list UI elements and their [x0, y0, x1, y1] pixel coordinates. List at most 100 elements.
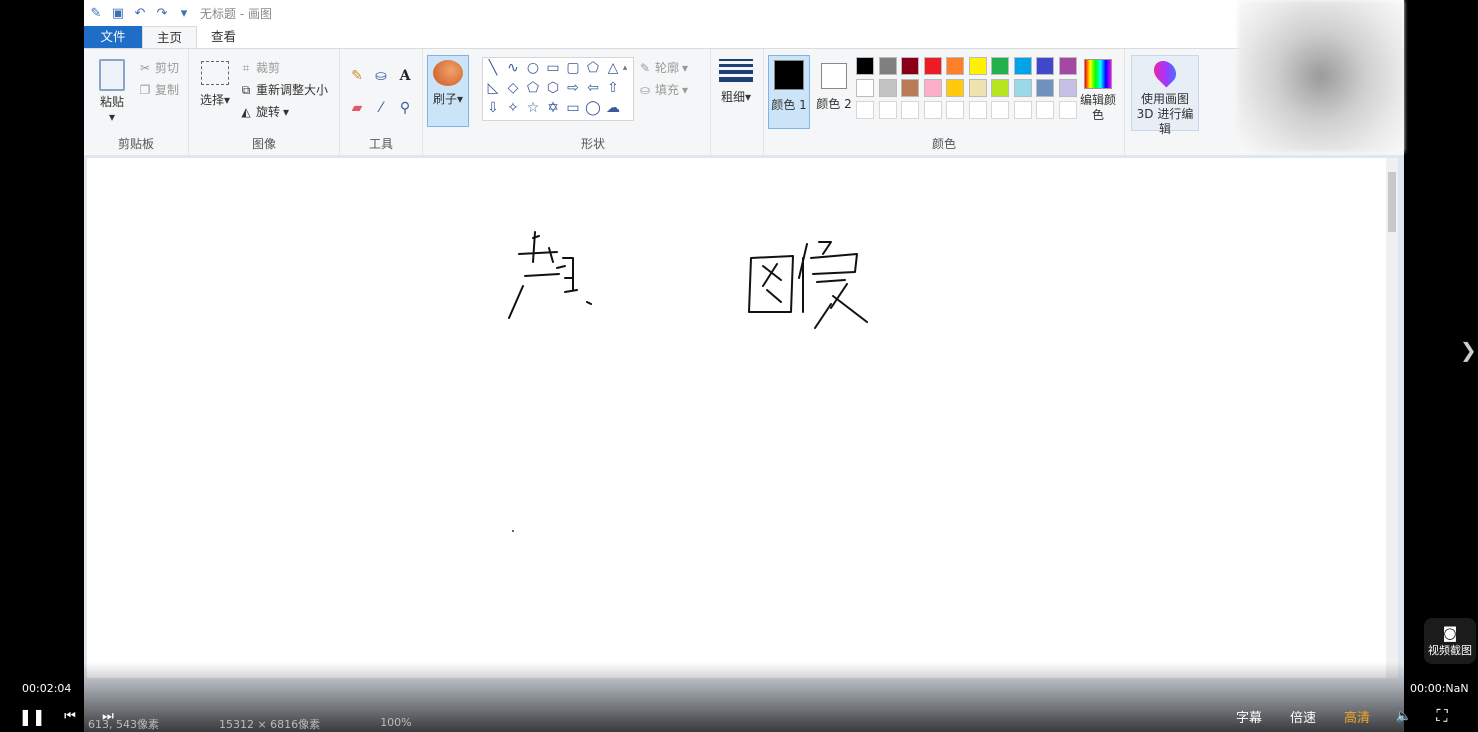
crop-button[interactable]: ⌗ 裁剪: [239, 59, 280, 76]
pentagon-shape-icon[interactable]: ⬠: [524, 79, 542, 97]
brush-icon: [433, 60, 463, 86]
palette-swatch[interactable]: [901, 101, 919, 119]
palette-swatch[interactable]: [878, 101, 897, 119]
paint3d-group: 使用画图 3D 进行编辑: [1125, 49, 1205, 155]
palette-swatch[interactable]: [946, 101, 964, 119]
outline-button[interactable]: ✎ 轮廓 ▾: [638, 59, 688, 76]
paste-button[interactable]: 粘贴 ▾: [94, 59, 130, 125]
callout-rect-shape-icon[interactable]: ▭: [564, 99, 582, 117]
palette-swatch[interactable]: [1036, 101, 1054, 119]
palette-swatch[interactable]: [856, 101, 874, 119]
cut-button[interactable]: ✂ 剪切: [138, 59, 179, 76]
palette-swatch[interactable]: [1036, 57, 1054, 75]
next-arrow-icon[interactable]: ❯: [1460, 338, 1477, 362]
next-icon[interactable]: ⏭: [98, 706, 118, 726]
palette-swatch[interactable]: [968, 57, 987, 75]
palette-swatch[interactable]: [856, 79, 874, 97]
copy-button[interactable]: ❐ 复制: [138, 81, 179, 98]
palette-swatch[interactable]: [991, 101, 1009, 119]
color-picker-icon[interactable]: ⁄: [372, 99, 390, 117]
palette-swatch[interactable]: [991, 79, 1009, 97]
ribbon-tabs: 文件 主页 查看: [84, 26, 1404, 49]
text-tool-icon[interactable]: A: [396, 67, 414, 85]
video-screenshot-button[interactable]: ◙ 视频截图: [1424, 618, 1476, 664]
palette-swatch[interactable]: [923, 57, 942, 75]
speed-button[interactable]: 倍速: [1286, 706, 1320, 726]
redo-icon[interactable]: ↷: [154, 6, 170, 21]
polygon-shape-icon[interactable]: ⬠: [584, 59, 602, 77]
fill-bucket-icon[interactable]: ⛀: [372, 67, 390, 85]
curve-shape-icon[interactable]: ∿: [504, 59, 522, 77]
palette-swatch[interactable]: [923, 79, 942, 97]
palette-swatch[interactable]: [946, 57, 964, 75]
eraser-icon[interactable]: ▰: [348, 99, 366, 117]
rounded-rectangle-shape-icon[interactable]: ▢: [564, 59, 582, 77]
pause-icon[interactable]: ❚❚: [19, 706, 46, 726]
callout-cloud-shape-icon[interactable]: ☁: [604, 99, 622, 117]
save-icon[interactable]: ▣: [110, 6, 126, 21]
fill-button[interactable]: ⛀ 填充 ▾: [638, 81, 688, 98]
palette-swatch[interactable]: [1058, 101, 1077, 119]
brushes-button[interactable]: 刷子▾: [427, 55, 469, 127]
outline-icon: ✎: [639, 60, 651, 75]
edit-colors-button[interactable]: 编辑颜色: [1080, 59, 1116, 123]
palette-swatch[interactable]: [1058, 79, 1077, 97]
vertical-scrollbar[interactable]: [1386, 158, 1398, 678]
down-arrow-shape-icon[interactable]: ⇩: [484, 99, 502, 117]
palette-swatch[interactable]: [878, 79, 897, 97]
six-point-star-shape-icon[interactable]: ✡: [544, 99, 562, 117]
tab-file[interactable]: 文件: [84, 26, 142, 48]
four-point-star-shape-icon[interactable]: ✧: [504, 99, 522, 117]
tab-home[interactable]: 主页: [142, 26, 198, 49]
palette-swatch[interactable]: [1036, 79, 1054, 97]
rotate-button[interactable]: ◭ 旋转 ▾: [239, 103, 289, 120]
palette-swatch[interactable]: [1058, 57, 1077, 75]
pencil-icon[interactable]: ✎: [348, 67, 366, 85]
fullscreen-icon[interactable]: ⛶: [1432, 706, 1452, 726]
diamond-shape-icon[interactable]: ◇: [504, 79, 522, 97]
right-arrow-shape-icon[interactable]: ⇨: [564, 79, 582, 97]
subtitle-button[interactable]: 字幕: [1232, 706, 1266, 726]
crop-icon: ⌗: [242, 60, 250, 75]
rectangle-shape-icon[interactable]: ▭: [544, 59, 562, 77]
right-triangle-shape-icon[interactable]: ◺: [484, 79, 502, 97]
up-arrow-shape-icon[interactable]: ⇧: [604, 79, 622, 97]
palette-swatch[interactable]: [968, 101, 987, 119]
palette-swatch[interactable]: [991, 57, 1009, 75]
left-arrow-shape-icon[interactable]: ⇦: [584, 79, 602, 97]
customize-icon[interactable]: ▾: [176, 6, 192, 21]
color2-button[interactable]: 颜色 2: [814, 55, 854, 127]
drawing-canvas[interactable]: [87, 158, 1387, 678]
undo-icon[interactable]: ↶: [132, 6, 148, 21]
scissors-icon: ✂: [139, 60, 151, 75]
line-shape-icon[interactable]: ╲: [484, 59, 502, 77]
palette-swatch[interactable]: [1013, 101, 1032, 119]
color1-button[interactable]: 颜色 1: [768, 55, 810, 129]
palette-swatch[interactable]: [1013, 57, 1032, 75]
gallery-scroll-icon[interactable]: ▴: [616, 59, 634, 77]
palette-swatch[interactable]: [878, 57, 897, 75]
volume-icon[interactable]: 🔈: [1394, 706, 1414, 726]
quality-button[interactable]: 高清: [1340, 706, 1374, 726]
palette-swatch[interactable]: [968, 79, 987, 97]
size-button[interactable]: 粗细▾: [717, 59, 755, 105]
paint3d-button[interactable]: 使用画图 3D 进行编辑: [1131, 55, 1199, 136]
previous-icon[interactable]: ⏮: [60, 706, 80, 726]
palette-swatch[interactable]: [923, 101, 942, 119]
magnifier-icon[interactable]: ⚲: [396, 99, 414, 117]
select-button[interactable]: 选择▾: [197, 61, 233, 108]
resize-button[interactable]: ⧉ 重新调整大小: [239, 81, 328, 98]
palette-swatch[interactable]: [901, 79, 919, 97]
vertical-scroll-thumb[interactable]: [1388, 172, 1396, 232]
tab-view[interactable]: 查看: [197, 26, 250, 48]
palette-swatch[interactable]: [946, 79, 964, 97]
palette-swatch[interactable]: [901, 57, 919, 75]
callout-oval-shape-icon[interactable]: ◯: [584, 99, 602, 117]
palette-swatch[interactable]: [856, 57, 874, 75]
hexagon-shape-icon[interactable]: ⬡: [544, 79, 562, 97]
fill-icon: ⛀: [639, 82, 651, 97]
oval-shape-icon[interactable]: ○: [524, 59, 542, 77]
palette-swatch[interactable]: [1013, 79, 1032, 97]
copy-label: 复制: [155, 83, 180, 97]
five-point-star-shape-icon[interactable]: ☆: [524, 99, 542, 117]
